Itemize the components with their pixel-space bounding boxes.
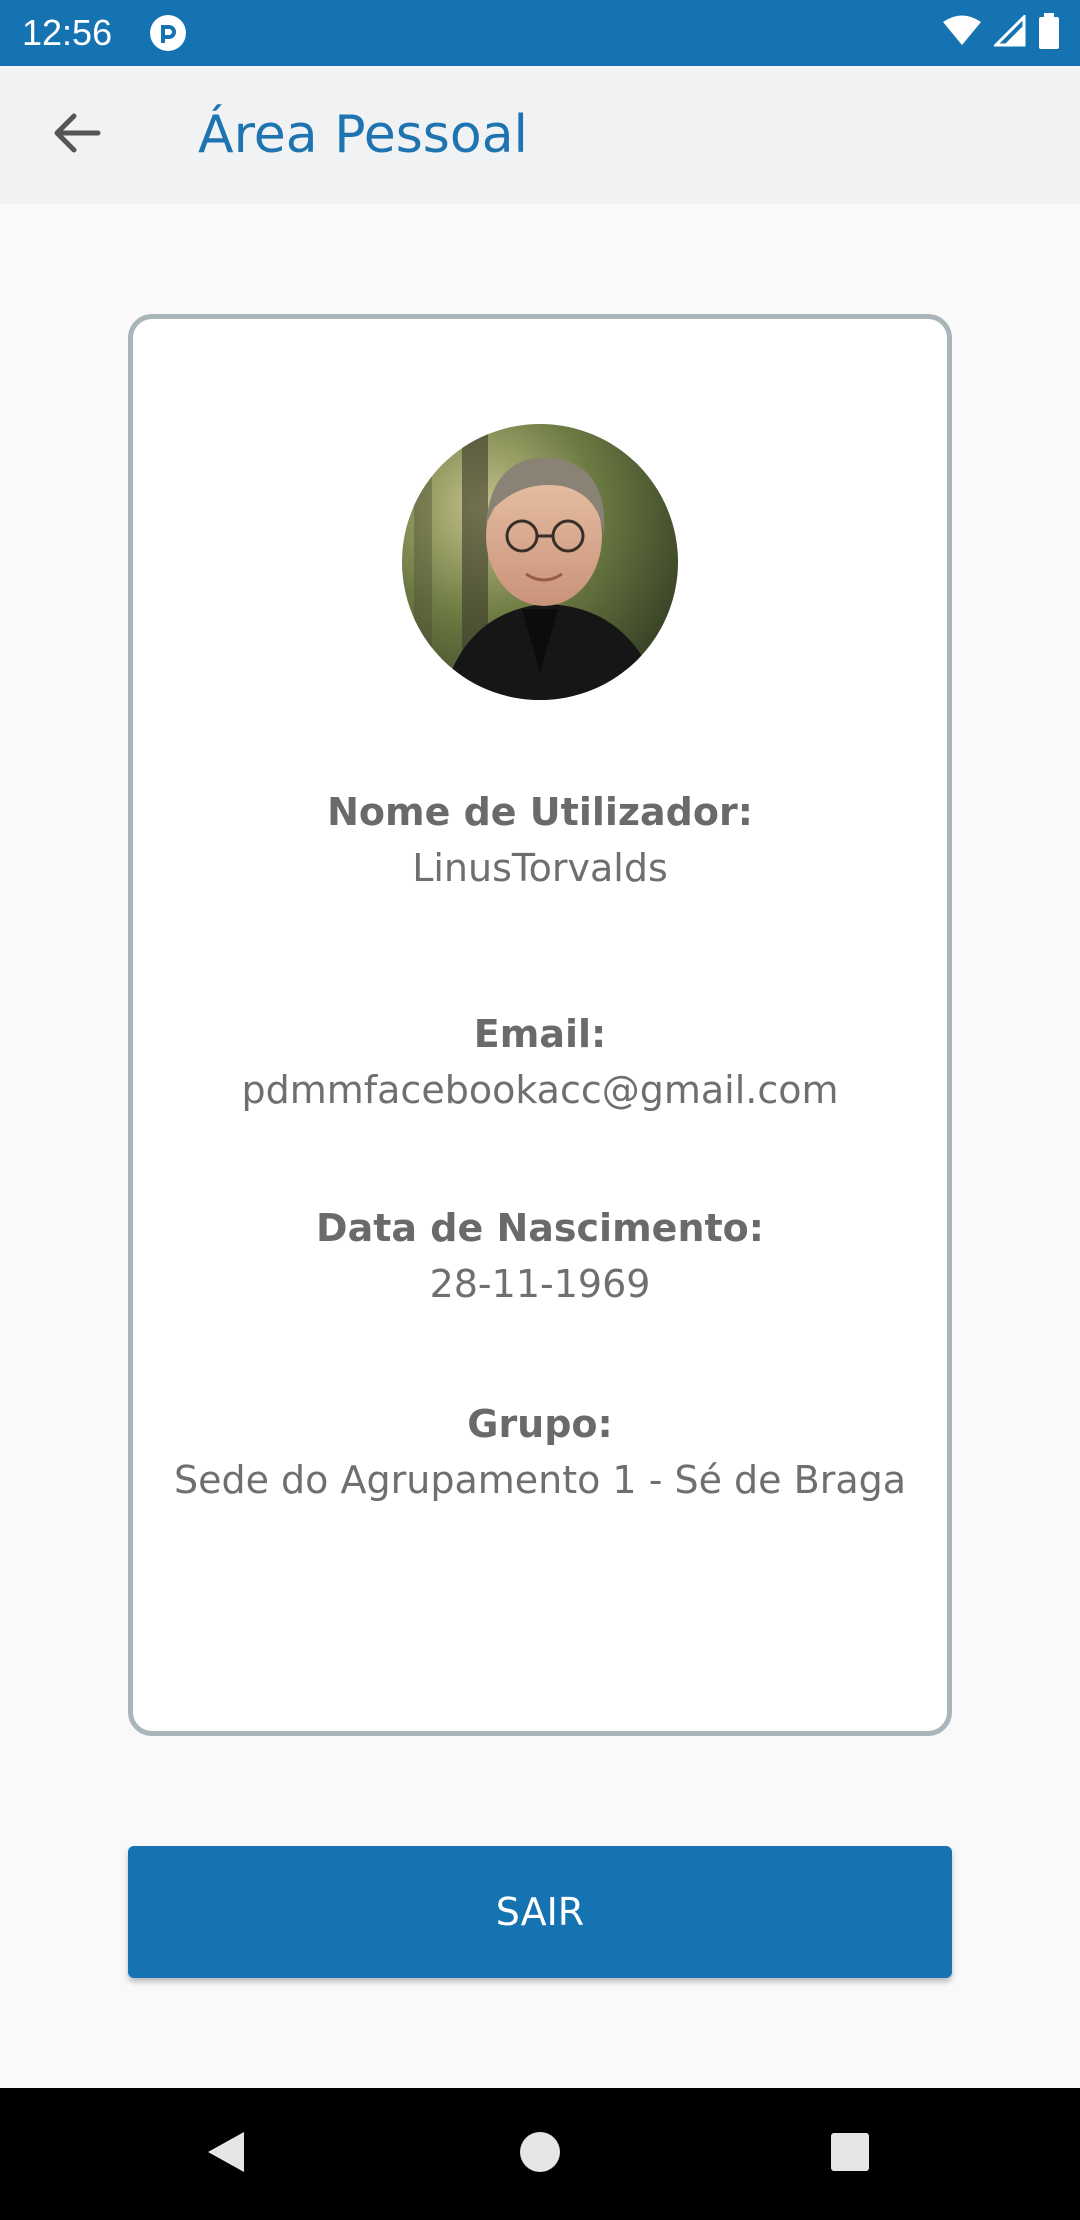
profile-avatar — [402, 424, 678, 700]
birthdate-value: 28-11-1969 — [429, 1262, 651, 1306]
nav-recents-button[interactable] — [814, 2118, 886, 2190]
app-bar: Área Pessoal — [0, 66, 1080, 204]
group-field: Grupo: Sede do Agrupamento 1 - Sé de Bra… — [128, 1396, 952, 1508]
navigation-bar — [0, 2088, 1080, 2220]
arrow-back-icon — [52, 111, 102, 159]
cellular-signal-icon — [992, 13, 1026, 51]
group-value: Sede do Agrupamento 1 - Sé de Braga — [173, 1458, 907, 1502]
wifi-icon — [942, 15, 982, 51]
page-title: Área Pessoal — [198, 105, 529, 165]
nav-recents-icon — [828, 2130, 872, 2178]
back-button[interactable] — [40, 104, 114, 166]
group-label: Grupo: — [467, 1402, 613, 1446]
nav-home-icon — [518, 2130, 562, 2178]
email-field: Email: pdmmfacebookacc@gmail.com — [128, 1006, 952, 1118]
birthdate-label: Data de Nascimento: — [316, 1206, 764, 1250]
email-value: pdmmfacebookacc@gmail.com — [241, 1068, 839, 1112]
username-value: LinusTorvalds — [412, 846, 668, 890]
birthdate-field: Data de Nascimento: 28-11-1969 — [128, 1200, 952, 1312]
logout-button[interactable]: SAIR — [128, 1846, 952, 1978]
battery-icon — [1038, 13, 1060, 53]
nav-back-icon — [204, 2128, 248, 2180]
nav-home-button[interactable] — [504, 2118, 576, 2190]
username-label: Nome de Utilizador: — [327, 790, 753, 834]
app-notification-icon — [148, 13, 188, 53]
username-field: Nome de Utilizador: LinusTorvalds — [128, 784, 952, 896]
email-label: Email: — [473, 1012, 607, 1056]
status-bar: 12:56 — [0, 0, 1080, 66]
status-time: 12:56 — [22, 12, 113, 53]
nav-back-button[interactable] — [190, 2118, 262, 2190]
status-icons — [942, 13, 1060, 53]
